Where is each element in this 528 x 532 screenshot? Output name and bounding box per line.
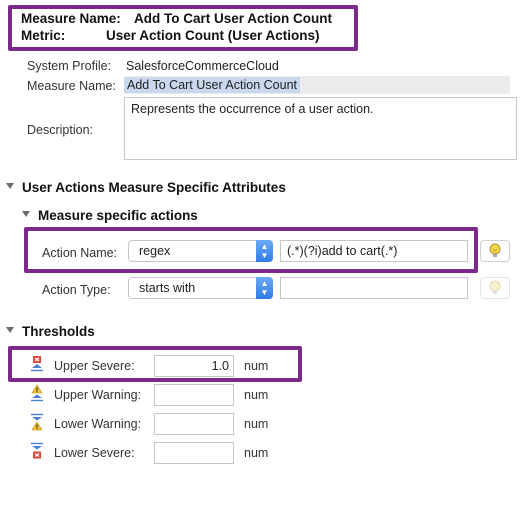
upper-severe-input[interactable]: 1.0 <box>154 355 234 377</box>
upper-warning-label: Upper Warning: <box>54 388 142 402</box>
measure-name-text: Add To Cart User Action Count <box>124 77 300 93</box>
description-field[interactable]: Represents the occurrence of a user acti… <box>124 97 517 160</box>
lightbulb-icon <box>489 243 501 257</box>
disclosure-triangle-icon <box>6 183 14 190</box>
thresholds-section-title: Thresholds <box>22 324 95 339</box>
lower-severe-label: Lower Severe: <box>54 446 135 460</box>
lower-severe-unit: num <box>244 446 269 460</box>
upper-severe-label: Upper Severe: <box>54 359 135 373</box>
disclosure-triangle-icon <box>22 211 30 218</box>
action-name-label: Action Name: <box>42 246 118 260</box>
upper-warning-input[interactable] <box>154 384 234 406</box>
action-name-input[interactable]: (.*)(?i)add to cart(.*) <box>280 240 468 262</box>
action-type-label: Action Type: <box>42 283 111 297</box>
header-measure-name-value: Add To Cart User Action Count <box>134 11 332 26</box>
action-type-input[interactable] <box>280 277 468 299</box>
lower-severe-icon <box>31 442 43 459</box>
header-metric-label: Metric: <box>21 28 66 43</box>
lower-severe-input[interactable] <box>154 442 234 464</box>
header-metric-value: User Action Count (User Actions) <box>106 28 320 43</box>
action-type-operator-select[interactable]: starts with ▲ ▼ <box>128 277 273 299</box>
lower-warning-unit: num <box>244 417 269 431</box>
system-profile-label: System Profile: <box>27 59 112 73</box>
select-arrows-icon: ▲ ▼ <box>256 277 273 299</box>
action-type-hint-button[interactable] <box>480 277 510 299</box>
action-name-operator-value: regex <box>139 244 171 258</box>
description-label: Description: <box>27 123 93 137</box>
upper-severe-unit: num <box>244 359 269 373</box>
upper-warning-icon <box>31 384 43 402</box>
system-profile-value: SalesforceCommerceCloud <box>126 59 279 73</box>
actions-section-header[interactable]: Measure specific actions <box>22 208 198 223</box>
lower-warning-label: Lower Warning: <box>54 417 142 431</box>
action-name-hint-button[interactable] <box>480 240 510 262</box>
action-type-operator-value: starts with <box>139 281 196 295</box>
disclosure-triangle-icon <box>6 327 14 334</box>
action-name-operator-select[interactable]: regex ▲ ▼ <box>128 240 273 262</box>
measure-name-label: Measure Name: <box>27 79 116 93</box>
select-arrows-icon: ▲ ▼ <box>256 240 273 262</box>
upper-warning-unit: num <box>244 388 269 402</box>
lightbulb-icon <box>489 280 501 294</box>
actions-section-title: Measure specific actions <box>38 208 198 223</box>
lower-warning-icon <box>31 413 43 431</box>
thresholds-section-header[interactable]: Thresholds <box>6 324 95 339</box>
attributes-section-title: User Actions Measure Specific Attributes <box>22 180 286 195</box>
attributes-section-header[interactable]: User Actions Measure Specific Attributes <box>6 180 286 195</box>
header-measure-name-label: Measure Name: <box>21 11 121 26</box>
lower-warning-input[interactable] <box>154 413 234 435</box>
measure-name-field[interactable]: Add To Cart User Action Count <box>124 76 510 94</box>
upper-severe-icon <box>31 356 43 372</box>
